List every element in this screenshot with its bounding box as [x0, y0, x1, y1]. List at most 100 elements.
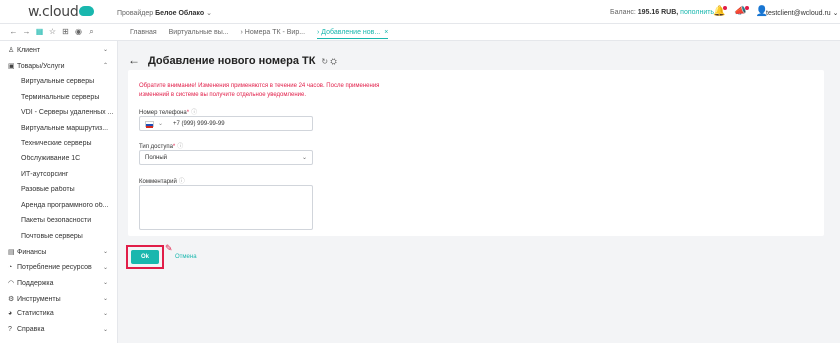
access-type-value: Полный: [145, 155, 167, 161]
stats-icon: ◕: [8, 310, 13, 317]
balance-value: 195.16 RUB,: [637, 9, 679, 16]
chevron-down-icon: ⌄: [102, 327, 108, 333]
russia-flag-icon[interactable]: [145, 121, 154, 128]
sidebar-item-client[interactable]: ♙ Клиент ⌄: [8, 46, 112, 58]
logo[interactable]: w.cloud: [28, 4, 95, 20]
bell-icon[interactable]: 🔔: [713, 6, 728, 17]
chevron-down-icon: ⌄: [206, 10, 212, 17]
breadcrumb-tabs: Главная Виртуальные вы... › Номера ТК - …: [130, 29, 398, 39]
comment-label: Комментарий ⓘ: [139, 176, 185, 185]
sidebar-subitem[interactable]: Аренда программного об...: [21, 202, 114, 214]
back-arrow-icon[interactable]: ←: [7, 27, 20, 36]
pointer-arrow-icon: ✎: [165, 243, 173, 253]
chevron-down-icon: ⌄: [102, 311, 108, 317]
chevron-down-icon: ⌄: [102, 280, 108, 286]
cloud-logo-icon: [79, 6, 95, 16]
comment-textarea[interactable]: [139, 185, 313, 230]
logo-text: w.cloud: [28, 4, 79, 20]
gear-icon: ⚙: [8, 296, 15, 303]
chevron-down-icon: ⌄: [301, 155, 307, 161]
sidebar-subitem[interactable]: Виртуальные серверы: [21, 78, 114, 90]
ok-button[interactable]: Ok: [131, 250, 159, 264]
doc-icon: ▤: [8, 249, 15, 256]
sidebar-subitem[interactable]: Почтовые серверы: [21, 233, 114, 245]
sidebar-item-label: Поддержка: [17, 280, 54, 287]
ok-button-highlight: Ok: [126, 245, 164, 269]
chevron-down-icon: ⌄: [832, 10, 839, 17]
sidebar-item-support[interactable]: ◠ Поддержка ⌄: [8, 279, 112, 291]
phone-label: Номер телефона* ⓘ: [139, 107, 197, 116]
warning-line: изменений в системе вы получите отдельно…: [139, 92, 307, 98]
help-icon: ?: [8, 326, 12, 333]
tab-tk-numbers[interactable]: › Номера ТК - Вир...: [241, 29, 306, 36]
sidebar-item-label: Справка: [17, 326, 45, 333]
toolbar: ← → ▦ ☆ ⊞ ◉ ⌕: [7, 27, 98, 37]
warning-line: Обратите внимание! Изменения применяются…: [139, 83, 380, 89]
grid-icon[interactable]: ▦: [33, 27, 46, 36]
chevron-down-icon: ⌄: [102, 47, 108, 53]
provider-selector[interactable]: Провайдер Белое Облако ⌄: [117, 9, 212, 17]
tab-home[interactable]: Главная: [130, 29, 157, 36]
balance: Баланс: 195.16 RUB, пополнить: [610, 9, 714, 16]
provider-prefix: Провайдер: [117, 10, 154, 17]
chevron-down-icon: ⌄: [102, 265, 108, 271]
back-arrow-icon[interactable]: ←: [128, 53, 140, 67]
warning-message: Обратите внимание! Изменения применяются…: [139, 82, 399, 100]
chevron-down-icon: ⌄: [102, 249, 108, 255]
page-title: Добавление нового номера ТК: [147, 55, 316, 67]
headset-icon: ◠: [8, 280, 15, 287]
box-icon: ▣: [8, 63, 15, 70]
tab-add-number-label: › Добавление нов...: [317, 29, 381, 36]
cart-icon[interactable]: ⊞: [59, 27, 72, 36]
user-email: testclient@wcloud.ru: [766, 10, 831, 17]
sidebar-item-stats[interactable]: ◕ Статистика ⌄: [8, 310, 112, 322]
eye-icon[interactable]: ◉: [72, 27, 85, 36]
sidebar-item-label: Товары/Услуги: [17, 63, 65, 70]
tab-add-number[interactable]: › Добавление нов... ×: [317, 29, 389, 39]
page-header: ← Добавление нового номера ТК ↻ ⛭: [128, 53, 337, 67]
cancel-link[interactable]: Отмена: [175, 254, 197, 260]
sidebar-subitem[interactable]: VDI - Серверы удаленных ...: [21, 109, 114, 121]
chevron-down-icon: ⌄: [102, 296, 108, 302]
sidebar-item-finance[interactable]: ▤ Финансы ⌄: [8, 248, 112, 260]
forward-arrow-icon[interactable]: →: [20, 27, 33, 36]
tab-virtual-servers[interactable]: Виртуальные вы...: [169, 29, 229, 36]
sidebar-subitem[interactable]: Терминальные серверы: [21, 94, 114, 106]
provider-name: Белое Облако: [155, 10, 205, 17]
star-icon[interactable]: ☆: [46, 27, 59, 36]
phone-value: +7 (999) 999-99-99: [173, 121, 225, 127]
tab-bar: ← → ▦ ☆ ⊞ ◉ ⌕ Главная Виртуальные вы... › Номе…: [0, 24, 840, 41]
access-type-select[interactable]: Полный ⌄: [139, 150, 313, 165]
chevron-up-icon: ⌃: [102, 63, 108, 69]
sidebar-item-tools[interactable]: ⚙ Инструменты ⌄: [8, 295, 112, 307]
sidebar-item-goods[interactable]: ▣ Товары/Услуги ⌃: [8, 62, 112, 74]
close-icon[interactable]: ×: [384, 29, 388, 36]
sidebar-subitem[interactable]: Технические серверы: [21, 140, 114, 152]
phone-field[interactable]: ⌄ +7 (999) 999-99-99: [139, 116, 313, 131]
sidebar-subitem[interactable]: Пакеты безопасности: [21, 217, 114, 229]
form-card: Обратите внимание! Изменения применяются…: [128, 70, 824, 236]
sidebar-item-resources[interactable]: ◔ Потребление ресурсов ⌄: [8, 264, 112, 276]
access-label: Тип доступа* ⓘ: [139, 141, 183, 150]
chevron-down-icon[interactable]: ⌄: [158, 120, 163, 127]
topup-link[interactable]: пополнить: [680, 9, 714, 16]
refresh-settings-icons[interactable]: ↻ ⛭: [321, 57, 336, 66]
sidebar-item-label: Инструменты: [17, 296, 61, 303]
sidebar-item-label: Статистика: [17, 310, 54, 317]
sidebar-item-label: Финансы: [17, 249, 47, 256]
sidebar-item-label: Потребление ресурсов: [17, 264, 92, 271]
megaphone-icon[interactable]: 📣: [734, 6, 750, 17]
sidebar-subitem[interactable]: ИТ-аутсорсинг: [21, 171, 114, 183]
sidebar: ♙ Клиент ⌄ ▣ Товары/Услуги ⌃ Виртуальные сер…: [0, 41, 118, 343]
chart-pie-icon: ◔: [8, 264, 13, 271]
user-icon: ♙: [8, 47, 15, 54]
search-icon[interactable]: ⌕: [85, 27, 98, 37]
sidebar-item-label: Клиент: [17, 47, 41, 54]
user-menu[interactable]: testclient@wcloud.ru ⌄: [766, 9, 839, 17]
sidebar-subitem[interactable]: Обслуживание 1С: [21, 155, 114, 167]
sidebar-subitem[interactable]: Виртуальные маршрутиз...: [21, 125, 114, 137]
balance-label: Баланс:: [610, 9, 636, 16]
top-bar: w.cloud Провайдер Белое Облако ⌄ Баланс:…: [0, 0, 840, 24]
sidebar-item-help[interactable]: ? Справка ⌄: [8, 326, 112, 338]
sidebar-subitem[interactable]: Разовые работы: [21, 186, 114, 198]
